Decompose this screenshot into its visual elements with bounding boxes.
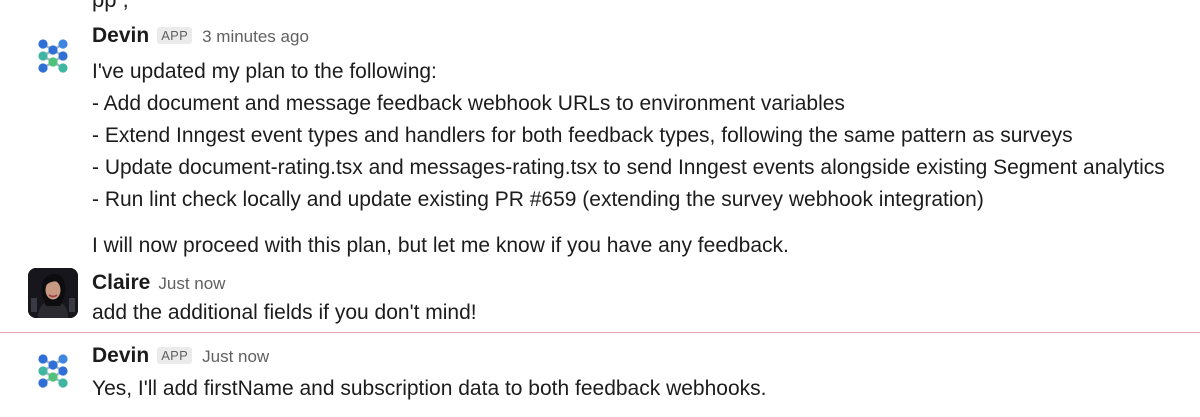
- timestamp[interactable]: Just now: [158, 274, 225, 294]
- message-body: Yes, I'll add firstName and subscription…: [92, 377, 767, 400]
- plan-closing: I will now proceed with this plan, but l…: [92, 234, 789, 257]
- author-name[interactable]: Devin: [92, 24, 149, 48]
- chat-thread: pp ,: [0, 0, 1200, 417]
- previous-message-cutoff-text: pp ,: [92, 0, 129, 14]
- message-header: Devin APP Just now: [92, 344, 269, 370]
- devin-logo-icon[interactable]: [28, 31, 78, 81]
- app-badge: APP: [157, 27, 193, 44]
- list-item: - Run lint check locally and update exis…: [92, 188, 984, 211]
- list-item: - Add document and message feedback webh…: [92, 92, 845, 115]
- plan-list: - Add document and message feedback webh…: [92, 88, 1165, 216]
- user-photo-avatar[interactable]: [28, 268, 78, 318]
- devin-logo-icon[interactable]: [28, 346, 78, 396]
- plan-intro: I've updated my plan to the following:: [92, 60, 437, 83]
- new-messages-divider: [0, 332, 1200, 333]
- list-item: - Update document-rating.tsx and message…: [92, 156, 1165, 179]
- author-name[interactable]: Devin: [92, 344, 149, 368]
- app-badge: APP: [157, 347, 193, 364]
- message-header: Devin APP 3 minutes ago: [92, 24, 309, 50]
- message-body: add the additional fields if you don't m…: [92, 301, 477, 324]
- timestamp[interactable]: 3 minutes ago: [202, 27, 309, 47]
- message-body: I've updated my plan to the following: -…: [92, 56, 1165, 262]
- timestamp[interactable]: Just now: [202, 347, 269, 367]
- list-item: - Extend Inngest event types and handler…: [92, 124, 1073, 147]
- message-header: Claire Just now: [92, 271, 225, 297]
- author-name[interactable]: Claire: [92, 271, 150, 295]
